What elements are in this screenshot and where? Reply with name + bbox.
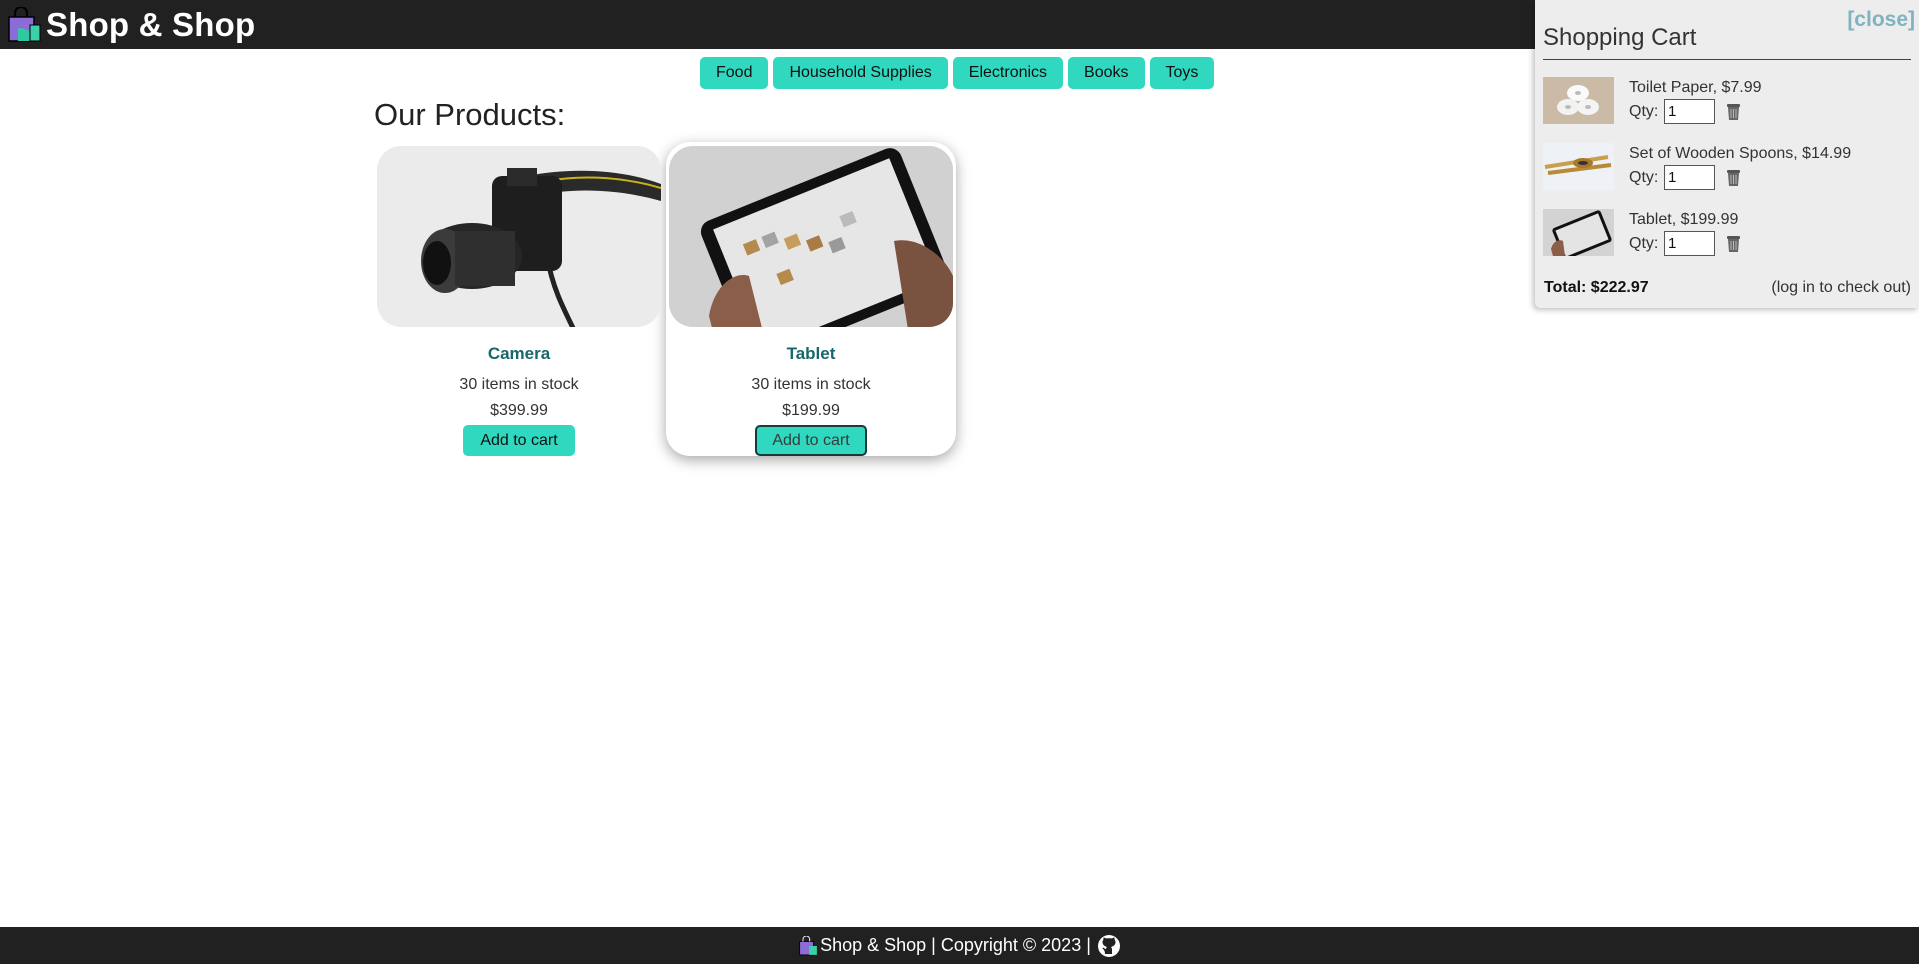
- product-name[interactable]: Camera: [488, 344, 550, 364]
- shopping-cart-panel: [close] Shopping Cart Toilet Paper, $7.9…: [1535, 0, 1919, 308]
- tablet-image: [1543, 209, 1614, 256]
- footer-text: Shop & Shop | Copyright © 2023 |: [820, 935, 1091, 955]
- cart-item-title: Toilet Paper, $7.99: [1629, 79, 1762, 96]
- cart-item-title: Tablet, $199.99: [1629, 211, 1739, 228]
- product-stock: 30 items in stock: [459, 376, 579, 394]
- product-grid: Camera 30 items in stock $399.99 Add to …: [374, 142, 956, 456]
- wooden-spoons-image: [1543, 143, 1614, 190]
- product-price: $199.99: [782, 402, 840, 420]
- category-household-button[interactable]: Household Supplies: [773, 57, 948, 89]
- qty-label: Qty:: [1629, 169, 1659, 186]
- cart-item-title: Set of Wooden Spoons, $14.99: [1629, 145, 1852, 162]
- qty-label: Qty:: [1629, 235, 1659, 252]
- add-to-cart-button[interactable]: Add to cart: [755, 425, 867, 456]
- category-food-button[interactable]: Food: [700, 57, 769, 89]
- cart-close-link[interactable]: [close]: [1847, 8, 1915, 32]
- category-nav: Food Household Supplies Electronics Book…: [700, 57, 1215, 89]
- camera-image: [377, 146, 661, 328]
- site-footer: Shop & Shop | Copyright © 2023 |: [0, 927, 1919, 964]
- product-name[interactable]: Tablet: [787, 344, 836, 364]
- product-card-camera: Camera 30 items in stock $399.99 Add to …: [374, 142, 664, 456]
- product-price: $399.99: [490, 402, 548, 420]
- category-books-button[interactable]: Books: [1068, 57, 1145, 89]
- product-card-tablet: Tablet 30 items in stock $199.99 Add to …: [666, 142, 956, 456]
- trash-icon[interactable]: [1726, 102, 1741, 121]
- trash-icon[interactable]: [1726, 168, 1741, 187]
- qty-input[interactable]: [1664, 231, 1715, 256]
- products-heading: Our Products:: [374, 97, 566, 132]
- cart-title: Shopping Cart: [1543, 24, 1697, 51]
- cart-item: Set of Wooden Spoons, $14.99 Qty:: [1543, 143, 1913, 191]
- category-toys-button[interactable]: Toys: [1149, 57, 1215, 89]
- github-icon[interactable]: [1097, 934, 1121, 958]
- shopping-bag-icon: [6, 5, 42, 43]
- checkout-note[interactable]: (log in to check out): [1771, 279, 1911, 297]
- tablet-image: [669, 146, 953, 328]
- trash-icon[interactable]: [1726, 234, 1741, 253]
- qty-input[interactable]: [1664, 99, 1715, 124]
- cart-divider: [1543, 59, 1911, 60]
- qty-label: Qty:: [1629, 103, 1659, 120]
- toilet-paper-image: [1543, 77, 1614, 124]
- shopping-bag-icon: [798, 935, 818, 956]
- site-title[interactable]: Shop & Shop: [46, 6, 255, 44]
- add-to-cart-button[interactable]: Add to cart: [463, 425, 575, 456]
- cart-item: Tablet, $199.99 Qty:: [1543, 209, 1913, 257]
- category-electronics-button[interactable]: Electronics: [952, 57, 1064, 89]
- cart-total: Total: $222.97: [1544, 279, 1649, 296]
- cart-item: Toilet Paper, $7.99 Qty:: [1543, 77, 1913, 125]
- qty-input[interactable]: [1664, 165, 1715, 190]
- product-stock: 30 items in stock: [751, 376, 871, 394]
